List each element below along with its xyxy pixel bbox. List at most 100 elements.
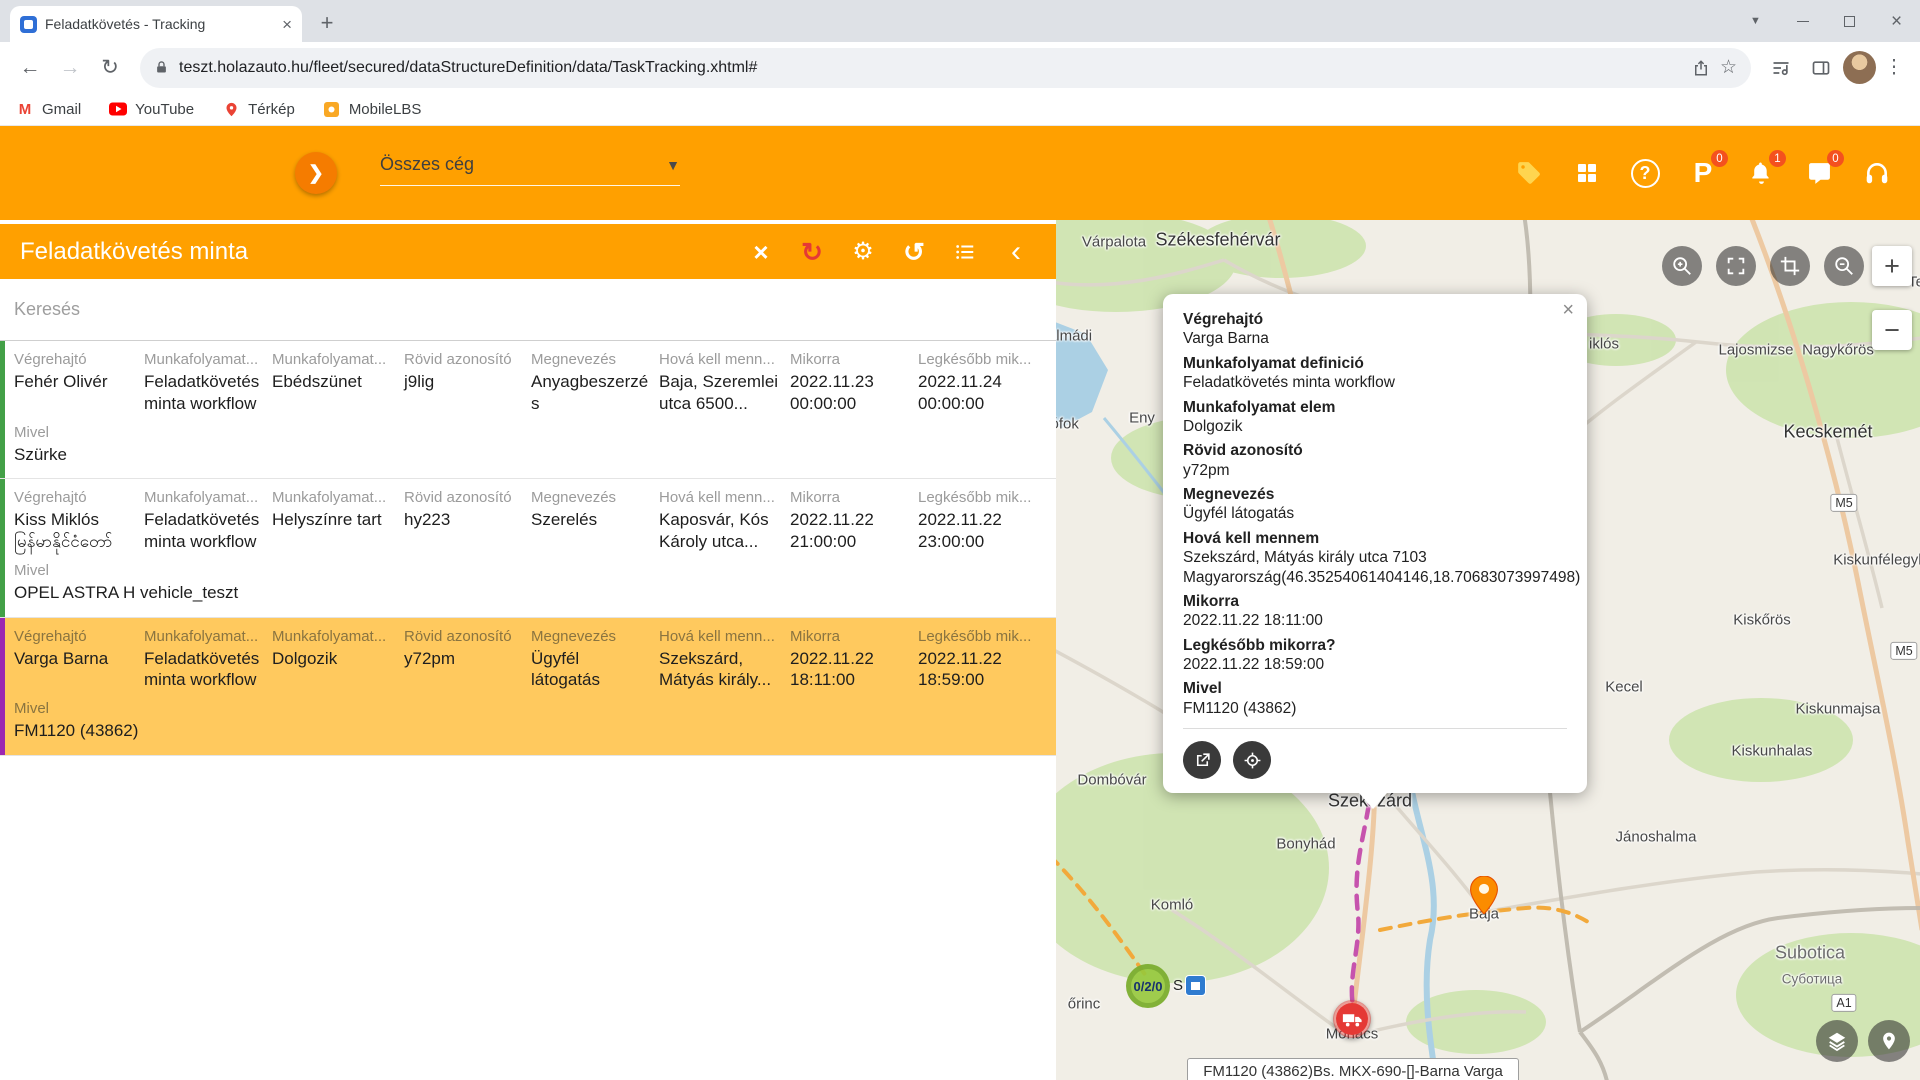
popup-field-label: Mikorra	[1183, 592, 1567, 611]
fullscreen-icon[interactable]	[1716, 246, 1756, 286]
task-row[interactable]: VégrehajtóKiss Miklós မြန်မာနိုင်ငံတော် …	[0, 479, 1056, 617]
search-input[interactable]	[14, 299, 1042, 320]
youtube-icon	[109, 100, 127, 118]
collapse-panel-icon[interactable]: ‹	[1002, 238, 1030, 266]
profile-avatar[interactable]	[1843, 51, 1876, 84]
reload-button[interactable]: ↻	[92, 50, 128, 86]
bookmark-terkep[interactable]: Térkép	[222, 100, 295, 118]
share-icon[interactable]	[1692, 59, 1710, 77]
col-label: Végrehajtó	[14, 628, 144, 645]
bookmark-youtube[interactable]: YouTube	[109, 100, 194, 118]
col-label: Legkésőbb mik...	[918, 351, 1050, 368]
map-canvas[interactable]: Várpalota Székesfehérvár almádi Siófok E…	[1056, 220, 1920, 1080]
popup-close-icon[interactable]: ×	[1562, 300, 1574, 320]
media-controls-icon[interactable]	[1763, 50, 1799, 86]
map-place-label: Kiskunhalas	[1732, 743, 1813, 760]
popup-field-label: Mivel	[1183, 679, 1567, 698]
popup-field-label: Hová kell mennem	[1183, 529, 1567, 548]
locate-on-map-button[interactable]	[1233, 741, 1271, 779]
history-icon[interactable]: ↺	[900, 238, 928, 266]
help-icon[interactable]: ?	[1628, 156, 1662, 190]
app-header: ❯ Összes cég ▼ ? P 0 1 0	[0, 126, 1920, 220]
workflow-elem-value: Dolgozik	[272, 648, 404, 670]
expand-menu-button[interactable]: ❯	[295, 152, 337, 194]
bookmark-label: Gmail	[42, 101, 81, 118]
col-label: Mivel	[14, 424, 1050, 441]
map-place-label: Siófok	[1056, 416, 1079, 433]
col-label: Rövid azonosító	[404, 489, 531, 506]
window-controls: ▼ ×	[1732, 0, 1920, 42]
popup-pointer	[1359, 793, 1387, 809]
latest-value: 2022.11.24 00:00:00	[918, 371, 1050, 415]
parking-icon[interactable]: P 0	[1686, 156, 1720, 190]
bookmark-gmail[interactable]: M Gmail	[16, 100, 81, 118]
tab-search-button[interactable]: ▼	[1732, 0, 1779, 42]
tag-icon[interactable]	[1512, 156, 1546, 190]
zoom-area-in-icon[interactable]	[1662, 246, 1702, 286]
col-label: Munkafolyamat...	[144, 489, 272, 506]
popup-field-value: Feladatkövetés minta workflow	[1183, 373, 1567, 392]
open-details-button[interactable]	[1183, 741, 1221, 779]
vehicle-truck-marker[interactable]	[1333, 1000, 1371, 1038]
workflow-def-value: Feladatkövetés minta workflow	[144, 648, 272, 692]
layers-icon[interactable]	[1816, 1020, 1858, 1062]
headset-icon[interactable]	[1860, 156, 1894, 190]
col-label: Mivel	[14, 700, 1050, 717]
tab-close-icon[interactable]: ×	[282, 16, 292, 33]
list-view-icon[interactable]	[951, 238, 979, 266]
notifications-bell-icon[interactable]: 1	[1744, 156, 1778, 190]
map-place-label: Kecel	[1605, 679, 1643, 696]
vehicle-cluster-marker[interactable]: 0/2/0	[1126, 964, 1170, 1008]
task-row-selected[interactable]: VégrehajtóVarga Barna Munkafolyamat...Fe…	[0, 618, 1056, 756]
map-place-label: Kiskunfélegyháza	[1833, 552, 1920, 569]
forward-button[interactable]: →	[52, 50, 88, 86]
map-place-label: Székesfehérvár	[1155, 230, 1280, 251]
zoom-in-button[interactable]: +	[1872, 246, 1912, 286]
map-place-label: almádi	[1056, 328, 1092, 345]
chat-icon[interactable]: 0	[1802, 156, 1836, 190]
task-row[interactable]: VégrehajtóFehér Olivér Munkafolyamat...F…	[0, 341, 1056, 479]
popup-field-label: Munkafolyamat elem	[1183, 398, 1567, 417]
company-select[interactable]: Összes cég ▼	[380, 154, 680, 186]
short-id-value: j9lig	[404, 371, 531, 393]
show-markers-icon[interactable]	[1868, 1020, 1910, 1062]
dashboard-grid-icon[interactable]	[1570, 156, 1604, 190]
executor-value: Varga Barna	[14, 648, 144, 670]
col-label: Megnevezés	[531, 351, 659, 368]
panel-close-icon[interactable]: ×	[747, 238, 775, 266]
new-tab-button[interactable]: +	[314, 12, 340, 34]
destination-value: Baja, Szeremlei utca 6500...	[659, 371, 790, 415]
bookmark-mobilelbs[interactable]: MobileLBS	[323, 100, 422, 118]
bookmark-star-icon[interactable]: ☆	[1720, 56, 1737, 79]
browser-tab[interactable]: Feladatkövetés - Tracking ×	[10, 6, 302, 42]
url-text: teszt.holazauto.hu/fleet/secured/dataStr…	[179, 59, 1682, 77]
map-place-label: Kecskemét	[1783, 422, 1872, 443]
task-pin-marker[interactable]	[1470, 876, 1498, 919]
popup-field-value: 2022.11.22 18:11:00	[1183, 611, 1567, 630]
settings-gear-icon[interactable]: ⚙	[849, 238, 877, 266]
col-label: Rövid azonosító	[404, 351, 531, 368]
close-window-button[interactable]: ×	[1873, 0, 1920, 42]
browser-menu-icon[interactable]: ⋮	[1880, 56, 1908, 79]
auto-refresh-icon[interactable]: ↻	[798, 238, 826, 266]
side-panel-icon[interactable]	[1803, 50, 1839, 86]
name-value: Szerelés	[531, 509, 659, 531]
crop-region-icon[interactable]	[1770, 246, 1810, 286]
maximize-button[interactable]	[1826, 0, 1873, 42]
col-label: Legkésőbb mik...	[918, 628, 1050, 645]
map-place-label: Kiskőrös	[1733, 612, 1791, 629]
col-label: Mivel	[14, 562, 1050, 579]
zoom-area-out-icon[interactable]	[1824, 246, 1864, 286]
minimize-button[interactable]	[1779, 0, 1826, 42]
popup-field-label: Legkésőbb mikorra?	[1183, 636, 1567, 655]
tab-bar: Feladatkövetés - Tracking × + ▼ ×	[0, 0, 1920, 42]
zoom-out-button[interactable]: −	[1872, 310, 1912, 350]
back-button[interactable]: ←	[12, 50, 48, 86]
workflow-elem-value: Ebédszünet	[272, 371, 404, 393]
executor-value: Kiss Miklós မြန်မာနိုင်ငံတော်	[14, 509, 144, 553]
address-bar[interactable]: teszt.holazauto.hu/fleet/secured/dataStr…	[140, 48, 1751, 88]
tab-favicon-icon	[20, 16, 37, 33]
map-place-label: Nagykőrös	[1802, 342, 1874, 359]
name-value: Anyagbeszerzés	[531, 371, 659, 415]
poi-chip-marker[interactable]	[1185, 975, 1206, 996]
